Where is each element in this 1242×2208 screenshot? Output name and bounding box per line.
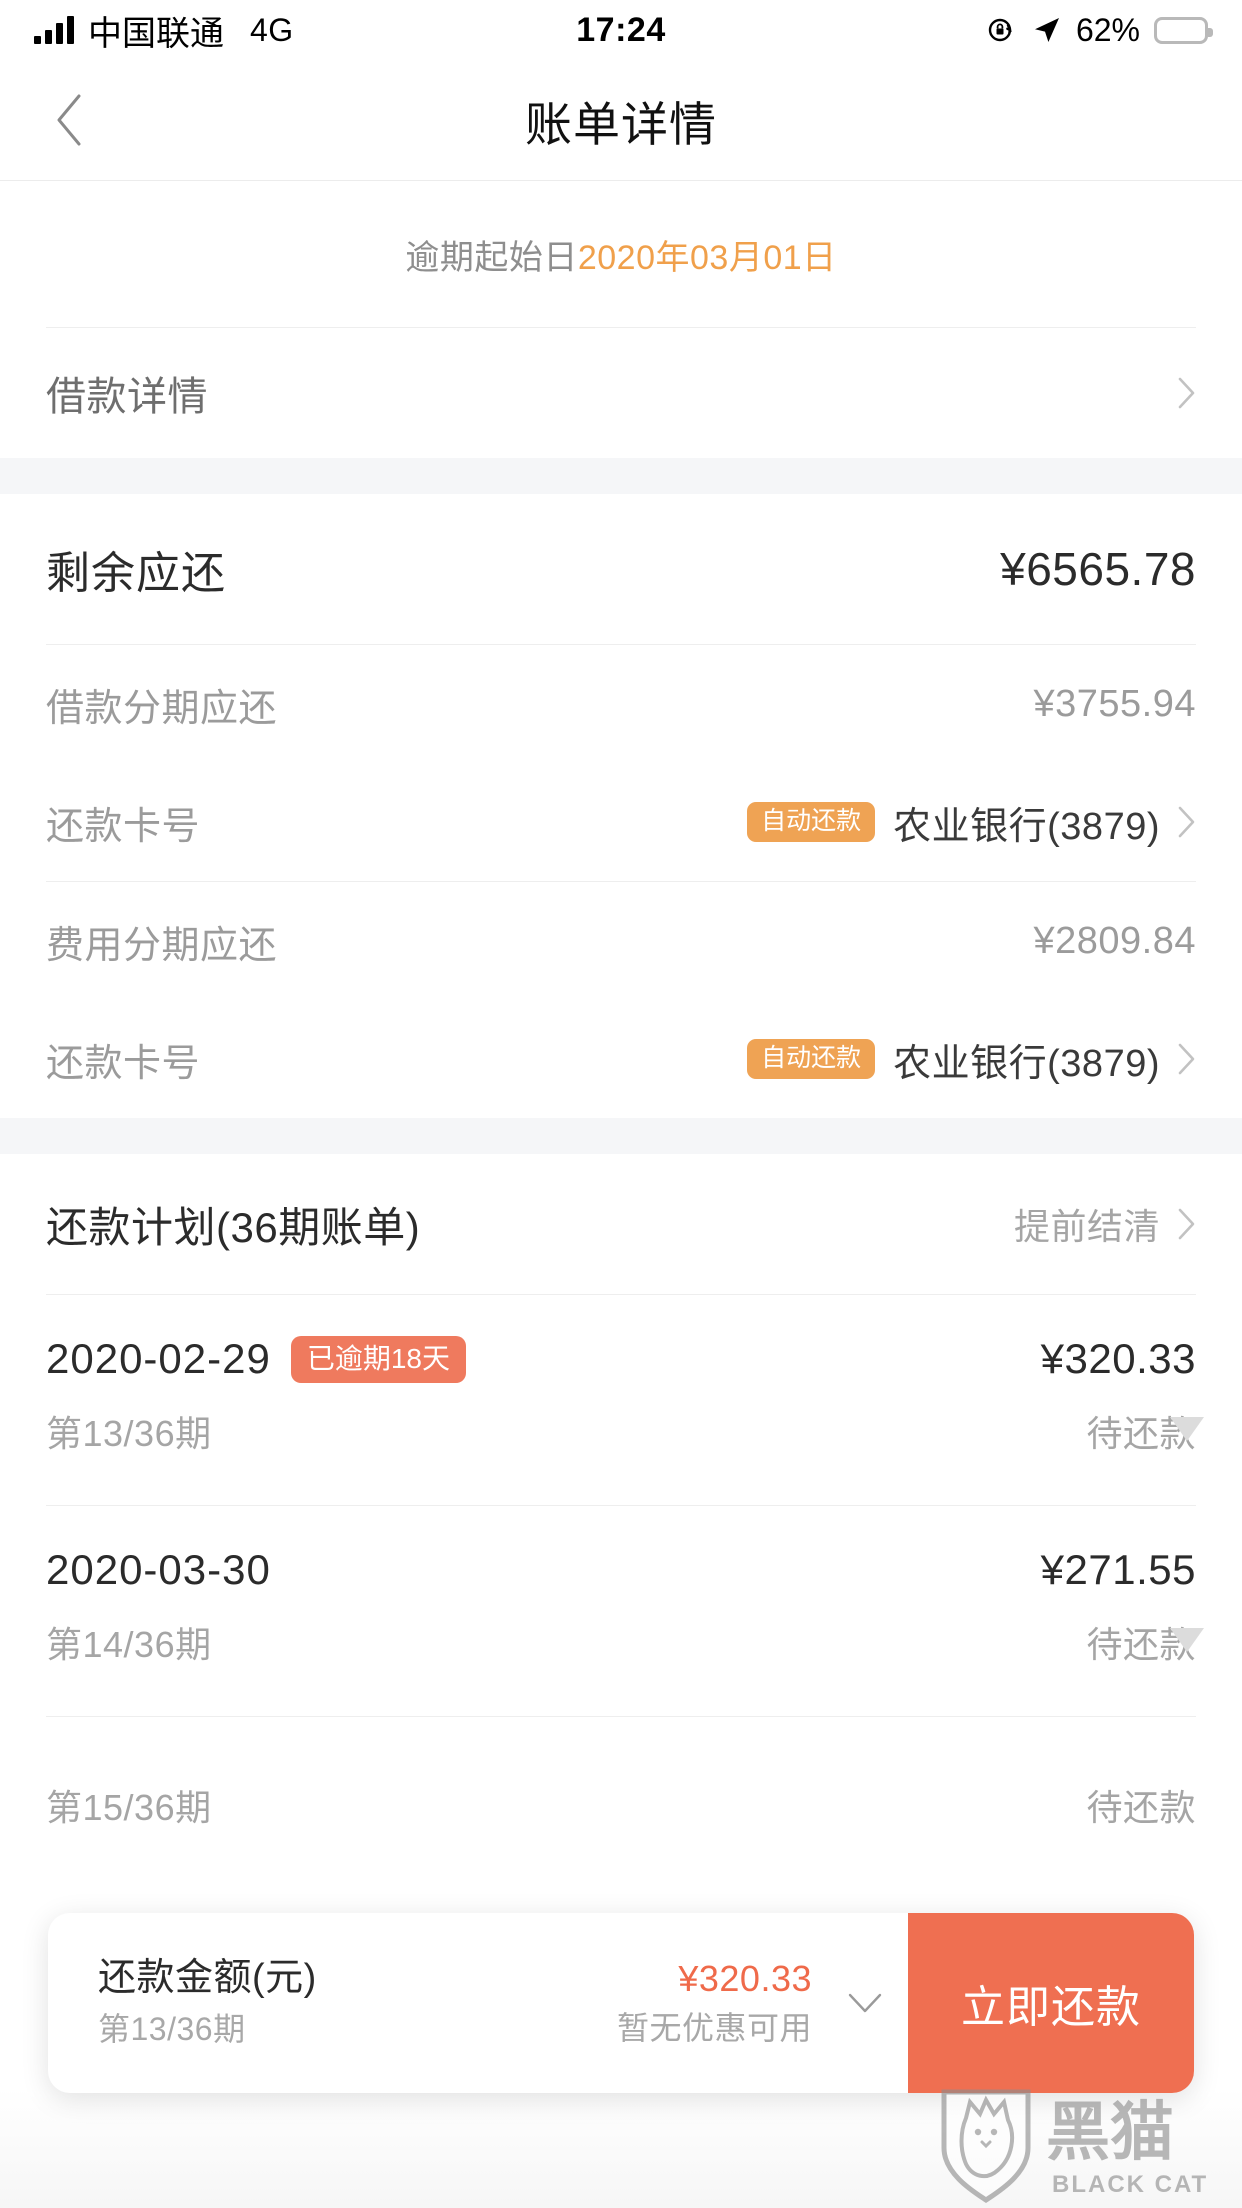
repayment-plan-header[interactable]: 还款计划(36期账单) 提前结清 bbox=[0, 1154, 1242, 1294]
loan-installment-due-amount: ¥3755.94 bbox=[1033, 682, 1196, 725]
remaining-due-amount: ¥6565.78 bbox=[1000, 543, 1196, 595]
fee-installment-due-label: 费用分期应还 bbox=[46, 924, 278, 967]
repay-amount-texts: 还款金额(元) 第13/36期 bbox=[98, 1955, 317, 2052]
installment-amount: ¥320.33 bbox=[1040, 1335, 1196, 1382]
status-bar: 中国联通 4G 17:24 62% bbox=[0, 0, 1242, 60]
loan-repay-card-name: 农业银行(3879) bbox=[893, 805, 1160, 848]
loan-installment-due-row: 借款分期应还 ¥3755.94 bbox=[0, 645, 1242, 763]
remaining-due-label: 剩余应还 bbox=[46, 549, 226, 598]
chevron-down-icon[interactable] bbox=[848, 1992, 882, 2014]
installment-bottom: 第15/36期 待还款 bbox=[46, 1779, 1196, 1831]
page-bottom-fade bbox=[0, 2088, 1242, 2208]
repay-coupon-status: 暂无优惠可用 bbox=[616, 2009, 812, 2046]
auto-repay-badge: 自动还款 bbox=[747, 1039, 876, 1079]
repayment-plan-title: 还款计划(36期账单) bbox=[46, 1203, 421, 1251]
installment-amount: ¥271.55 bbox=[1040, 1546, 1196, 1593]
fee-repay-card-row[interactable]: 还款卡号 自动还款 农业银行(3879) bbox=[0, 1000, 1242, 1118]
loan-detail-right bbox=[1178, 377, 1196, 409]
installment-bottom: 第13/36期 待还款 bbox=[46, 1405, 1196, 1457]
loan-repay-card-right: 自动还款 农业银行(3879) bbox=[747, 795, 1196, 850]
nav-bar: 账单详情 bbox=[0, 60, 1242, 180]
loan-detail-row[interactable]: 借款详情 bbox=[0, 328, 1242, 458]
installment-date: 2020-03-30 bbox=[46, 1546, 271, 1593]
auto-repay-badge: 自动还款 bbox=[747, 802, 876, 842]
loan-installment-due-right: ¥3755.94 bbox=[1034, 683, 1197, 726]
repayment-plan-right: 提前结清 bbox=[1014, 1198, 1196, 1250]
pay-now-button[interactable]: 立即还款 bbox=[908, 1913, 1194, 2093]
installment-row[interactable]: 第15/36期 待还款 bbox=[0, 1717, 1242, 1927]
triangle-down-icon[interactable] bbox=[1170, 1417, 1204, 1441]
installment-period: 第15/36期 bbox=[46, 1787, 212, 1828]
triangle-down-icon[interactable] bbox=[1170, 1628, 1204, 1652]
overdue-days-badge: 已逾期18天 bbox=[290, 1335, 466, 1383]
overdue-start-label: 逾期起始日 bbox=[405, 238, 578, 277]
loan-repay-card-label: 还款卡号 bbox=[46, 805, 201, 848]
fee-repay-card-right: 自动还款 农业银行(3879) bbox=[747, 1032, 1196, 1087]
loan-repay-card-row[interactable]: 还款卡号 自动还款 农业银行(3879) bbox=[0, 763, 1242, 881]
chevron-right-icon bbox=[1178, 377, 1195, 409]
chevron-right-icon bbox=[1178, 806, 1195, 838]
installment-row[interactable]: 2020-02-29 已逾期18天 ¥320.33 第13/36期 待还款 bbox=[0, 1295, 1242, 1505]
overdue-start-date: 2020年03月01日 bbox=[577, 238, 837, 277]
status-bar-clock: 17:24 bbox=[576, 10, 666, 49]
loan-installment-due-label: 借款分期应还 bbox=[46, 687, 278, 730]
installment-period: 第14/36期 bbox=[46, 1624, 212, 1665]
remaining-due-row: 剩余应还 ¥6565.78 bbox=[0, 494, 1242, 644]
fee-repay-card-name: 农业银行(3879) bbox=[893, 1042, 1160, 1085]
battery-icon bbox=[1154, 16, 1213, 44]
repay-amount-area[interactable]: 还款金额(元) 第13/36期 ¥320.33 暂无优惠可用 bbox=[48, 1913, 908, 2093]
section-gap-2 bbox=[0, 1118, 1242, 1154]
repay-amount-period: 第13/36期 bbox=[98, 2011, 246, 2048]
chevron-right-icon bbox=[1178, 1208, 1195, 1240]
fee-installment-due-row: 费用分期应还 ¥2809.84 bbox=[0, 882, 1242, 1000]
repay-amount-title: 还款金额(元) bbox=[98, 1956, 317, 1999]
chevron-left-icon bbox=[57, 94, 81, 146]
fee-repay-card-label: 还款卡号 bbox=[46, 1042, 201, 1085]
loan-detail-label: 借款详情 bbox=[46, 375, 208, 419]
overdue-start-banner: 逾期起始日 2020年03月01日 bbox=[0, 181, 1242, 327]
installment-date: 2020-02-29 bbox=[46, 1335, 271, 1382]
installment-top: 2020-02-29 已逾期18天 ¥320.33 bbox=[46, 1335, 1196, 1383]
installment-bottom: 第14/36期 待还款 bbox=[46, 1616, 1196, 1668]
section-gap-1 bbox=[0, 458, 1242, 494]
installment-period: 第13/36期 bbox=[46, 1413, 212, 1454]
early-settlement-link[interactable]: 提前结清 bbox=[1014, 1198, 1160, 1250]
fee-installment-due-right: ¥2809.84 bbox=[1034, 920, 1197, 963]
back-button[interactable] bbox=[34, 85, 104, 155]
fee-installment-due-amount: ¥2809.84 bbox=[1033, 919, 1196, 962]
repay-price-block: ¥320.33 暂无优惠可用 bbox=[617, 1956, 822, 2050]
installment-row[interactable]: 2020-03-30 ¥271.55 第14/36期 待还款 bbox=[0, 1506, 1242, 1716]
chevron-right-icon bbox=[1178, 1043, 1195, 1075]
installment-top: 2020-03-30 ¥271.55 bbox=[46, 1546, 1196, 1594]
installment-status: 待还款 bbox=[1086, 1787, 1196, 1828]
summary-card: 剩余应还 ¥6565.78 借款分期应还 ¥3755.94 还款卡号 自动还款 … bbox=[0, 494, 1242, 1118]
repay-price: ¥320.33 bbox=[678, 1957, 812, 1999]
page-title: 账单详情 bbox=[525, 97, 717, 151]
repay-action-bar: 还款金额(元) 第13/36期 ¥320.33 暂无优惠可用 立即还款 bbox=[48, 1913, 1194, 2093]
